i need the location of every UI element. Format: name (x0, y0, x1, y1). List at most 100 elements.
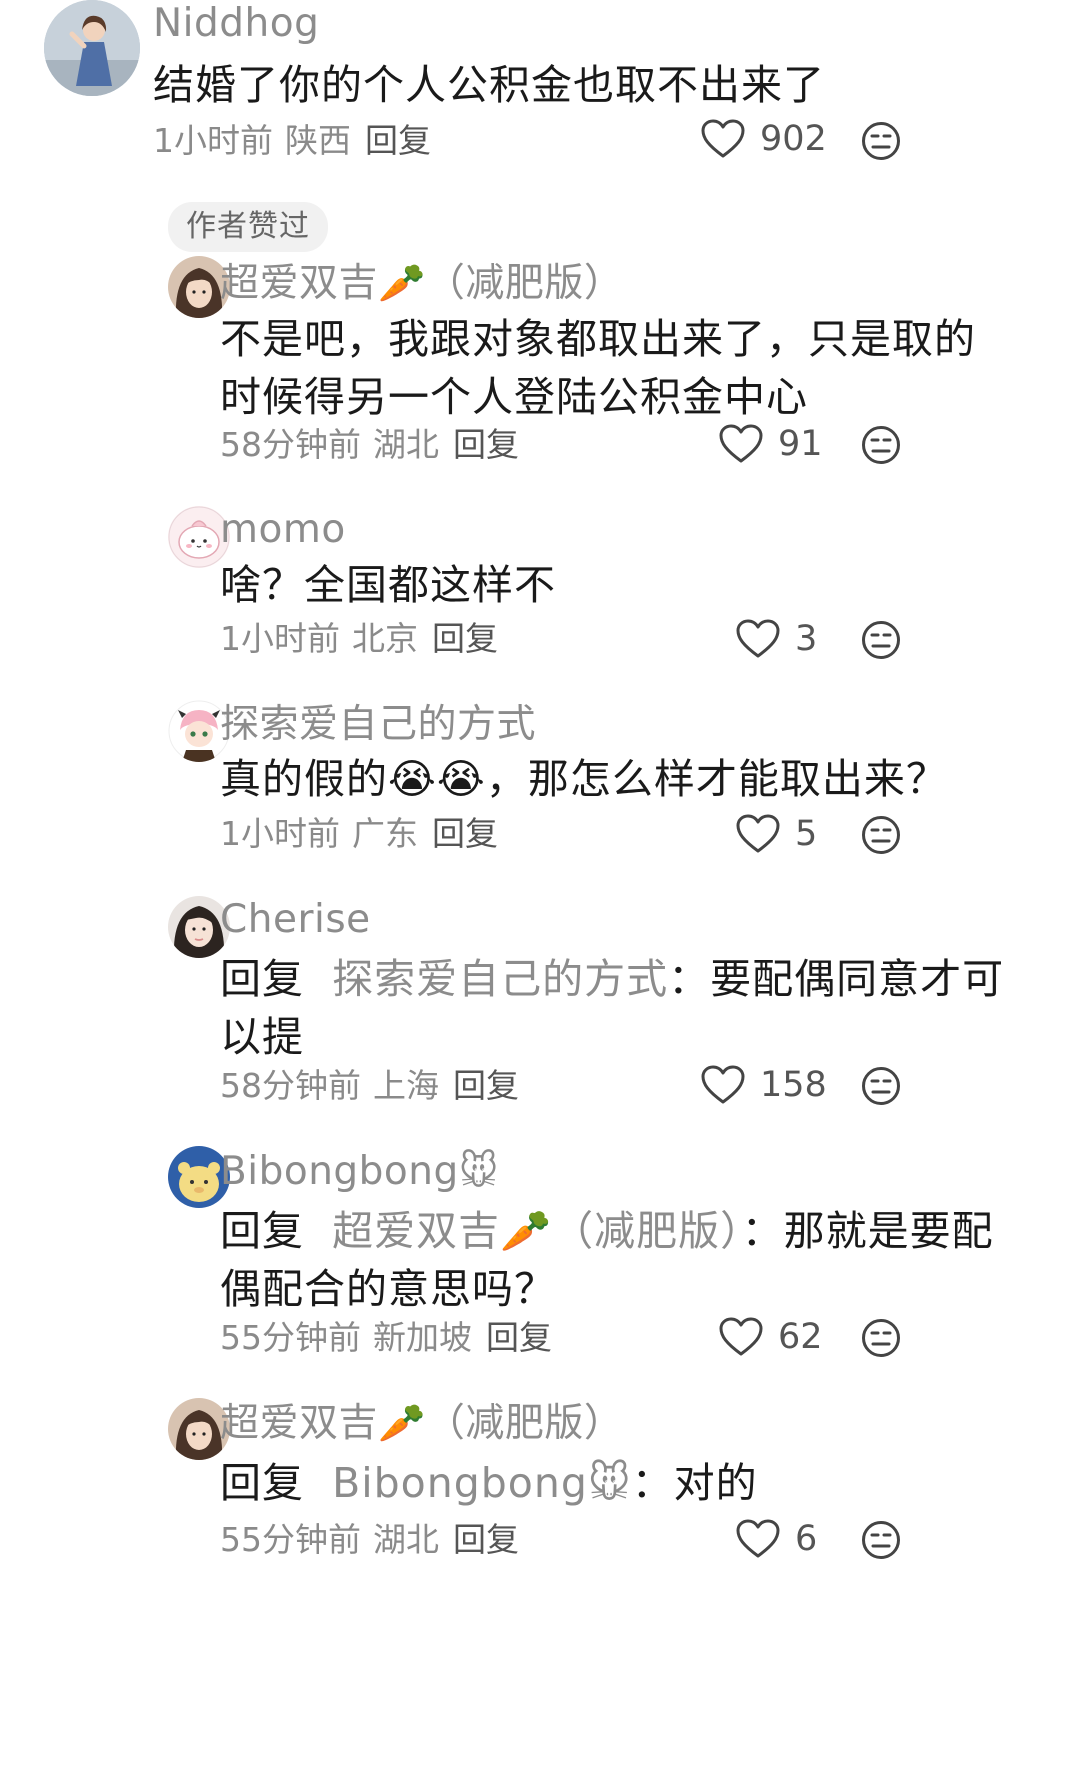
reply-button[interactable]: 回复 (453, 1066, 519, 1105)
comment-text-line: 时候得另一个人登陆公积金中心 (220, 373, 808, 421)
comment-location: 陕西 (285, 121, 351, 160)
author-name-suffix: （减肥版） (425, 261, 624, 306)
comment-text: 不是吧，我跟对象都取出来了，只是取的 时候得另一个人登陆公积金中心 (220, 310, 976, 426)
author-name-suffix: （减肥版） (425, 1401, 624, 1446)
comment-author[interactable]: 超爱双吉🥕（减肥版） (220, 264, 623, 303)
mouse-emoji-icon: 🐭 (458, 1149, 499, 1193)
dislike-face-icon[interactable] (861, 815, 901, 855)
comment-location: 广东 (352, 814, 418, 853)
comment-location: 北京 (352, 619, 418, 658)
reply-button[interactable]: 回复 (365, 121, 431, 160)
carrot-emoji-icon: 🥕 (378, 261, 426, 305)
comment-time: 55分钟前 (220, 1318, 361, 1357)
comment-time: 1小时前 (220, 619, 340, 658)
avatar[interactable] (44, 0, 140, 96)
dislike-face-icon[interactable] (861, 121, 901, 161)
author-name[interactable]: Bibongbong (220, 1149, 459, 1194)
author-name[interactable]: momo (220, 507, 346, 552)
comment-author[interactable]: momo (220, 510, 346, 549)
comment-time: 58分钟前 (220, 425, 361, 464)
dislike-face-icon[interactable] (861, 425, 901, 465)
heart-icon (700, 1064, 746, 1106)
crying-emoji-icon: 😭😭 (388, 755, 486, 803)
comment-time: 58分钟前 (220, 1066, 361, 1105)
reply-keyword: 回复 (220, 955, 304, 1003)
comment-text: 啥？全国都这样不 (220, 556, 556, 614)
girl-avatar-icon (44, 0, 140, 96)
like-button[interactable]: 158 (700, 1064, 827, 1106)
dislike-face-icon[interactable] (861, 620, 901, 660)
comment-text-line: 回复 Bibongbong🐭：对的 (220, 1454, 758, 1512)
heart-icon (718, 1316, 764, 1358)
comment-author[interactable]: Cherise (220, 900, 371, 939)
like-count: 91 (778, 423, 823, 464)
dislike-face-icon[interactable] (861, 1520, 901, 1560)
comment-text-line: 偶配合的意思吗？ (220, 1265, 556, 1313)
comment-location: 湖北 (373, 425, 439, 464)
comment-text: 真的假的😭😭，那怎么样才能取出来？ (220, 750, 948, 808)
like-count: 5 (795, 813, 818, 854)
author-name[interactable]: 探索爱自己的方式 (220, 702, 536, 747)
comment-meta: 58分钟前 湖北 回复 (220, 428, 519, 461)
comment-meta: 1小时前 陕西 回复 (153, 124, 431, 157)
comment-text-content: ，那怎么样才能取出来？ (485, 755, 948, 803)
reply-button[interactable]: 回复 (432, 619, 498, 658)
comment-text-line: 回复 探索爱自己的方式：要配偶同意才可 (220, 950, 1004, 1008)
like-count: 62 (778, 1316, 823, 1357)
comment-author[interactable]: 超爱双吉🥕（减肥版） (220, 1404, 623, 1443)
reply-target-suffix: （减肥版） (552, 1207, 742, 1255)
comment-text: 结婚了你的个人公积金也取不出来了 (153, 56, 825, 114)
like-button[interactable]: 91 (718, 423, 823, 465)
reply-keyword: 回复 (220, 1459, 304, 1507)
comment-meta: 1小时前 北京 回复 (220, 622, 498, 655)
like-button[interactable]: 6 (735, 1518, 817, 1560)
author-name[interactable]: Cherise (220, 897, 371, 942)
comment-time: 55分钟前 (220, 1520, 361, 1559)
comment-location: 上海 (373, 1066, 439, 1105)
heart-icon (735, 618, 781, 660)
comment-text: 回复 探索爱自己的方式：要配偶同意才可 以提 (220, 950, 1004, 1066)
comment-meta: 55分钟前 新加坡 回复 (220, 1321, 552, 1354)
dislike-face-icon[interactable] (861, 1318, 901, 1358)
like-button[interactable]: 62 (718, 1316, 823, 1358)
heart-icon (735, 1518, 781, 1560)
comment-author[interactable]: 探索爱自己的方式 (220, 705, 536, 744)
reply-button[interactable]: 回复 (453, 1520, 519, 1559)
comment-location: 湖北 (373, 1520, 439, 1559)
carrot-emoji-icon: 🥕 (378, 1401, 426, 1445)
reply-target-name[interactable]: 超爱双吉 (332, 1207, 500, 1255)
comment-author[interactable]: Bibongbong🐭 (220, 1152, 499, 1191)
like-button[interactable]: 902 (700, 118, 827, 160)
reply-target-name[interactable]: Bibongbong (332, 1459, 588, 1507)
reply-keyword: 回复 (220, 1207, 304, 1255)
comment-text-content: ：对的 (631, 1459, 758, 1507)
heart-icon (718, 423, 764, 465)
comment-text: 回复 超爱双吉🥕（减肥版）：那就是要配 偶配合的意思吗？ (220, 1202, 994, 1318)
like-count: 902 (760, 118, 827, 159)
comment-text-line: 不是吧，我跟对象都取出来了，只是取的 (220, 315, 976, 363)
reply-target-name[interactable]: 探索爱自己的方式 (332, 955, 668, 1003)
author-name[interactable]: 超爱双吉 (220, 1401, 378, 1446)
like-button[interactable]: 3 (735, 618, 817, 660)
comment-text-content: 真的假的 (220, 755, 388, 803)
dislike-face-icon[interactable] (861, 1066, 901, 1106)
comment-text-content: 结婚了你的个人公积金也取不出来了 (153, 61, 825, 109)
comment-meta: 1小时前 广东 回复 (220, 817, 498, 850)
comment-author[interactable]: Niddhog (153, 4, 319, 43)
reply-button[interactable]: 回复 (453, 425, 519, 464)
like-count: 3 (795, 618, 818, 659)
mouse-emoji-icon: 🐭 (587, 1459, 632, 1507)
comment-text-content: ：要配偶同意才可 (668, 955, 1005, 1003)
carrot-emoji-icon: 🥕 (500, 1207, 553, 1255)
comment-time: 1小时前 (153, 121, 273, 160)
reply-button[interactable]: 回复 (432, 814, 498, 853)
like-button[interactable]: 5 (735, 813, 817, 855)
heart-icon (735, 813, 781, 855)
author-name[interactable]: 超爱双吉 (220, 261, 378, 306)
heart-icon (700, 118, 746, 160)
reply-button[interactable]: 回复 (486, 1318, 552, 1357)
comment-location: 新加坡 (373, 1318, 472, 1357)
like-count: 6 (795, 1518, 818, 1559)
author-name[interactable]: Niddhog (153, 1, 319, 46)
comment-text-content: 啥？全国都这样不 (220, 561, 556, 609)
